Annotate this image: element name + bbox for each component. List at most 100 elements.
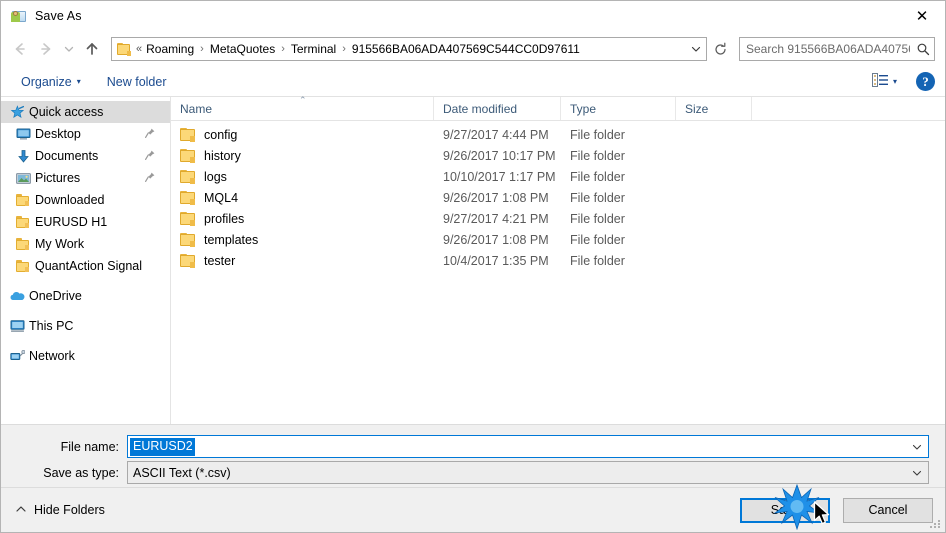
breadcrumb-separator[interactable]: › [197, 43, 207, 55]
pin-icon[interactable] [144, 171, 156, 183]
breadcrumb-separator[interactable]: › [278, 43, 288, 55]
dialog-footer: Hide Folders Save Cancel [1, 487, 945, 532]
sidebar-item-pictures[interactable]: Pictures [1, 167, 170, 189]
table-row[interactable]: config 9/27/2017 4:44 PM File folder [171, 124, 945, 145]
column-header-size[interactable]: Size [676, 97, 752, 120]
breadcrumb-item-2[interactable]: Terminal [288, 40, 339, 58]
save-as-type-select[interactable]: ASCII Text (*.csv) [127, 461, 929, 484]
sidebar-item-quick-access[interactable]: Quick access [1, 101, 170, 123]
sidebar-item-eurusd-h1[interactable]: EURUSD H1 [1, 211, 170, 233]
file-name: templates [204, 232, 259, 247]
sidebar-item-desktop[interactable]: Desktop [1, 123, 170, 145]
up-button[interactable] [79, 36, 105, 62]
save-button[interactable]: Save [740, 497, 830, 523]
file-name: MQL4 [204, 190, 239, 205]
save-label: Save [770, 503, 800, 517]
organize-button[interactable]: Organize ▾ [15, 72, 87, 92]
sidebar-item-downloaded[interactable]: Downloaded [1, 189, 170, 211]
file-name-label: File name: [60, 439, 119, 454]
chevron-down-icon[interactable] [906, 467, 928, 479]
column-header-name[interactable]: Name ⌃ [171, 95, 434, 120]
chevron-down-icon: ▾ [892, 76, 897, 86]
file-name-row: File name: EURUSD2 [1, 435, 929, 458]
sidebar-item-label: Downloaded [35, 193, 105, 207]
back-button[interactable] [7, 36, 33, 62]
help-label: ? [922, 73, 929, 89]
breadcrumb-item-3[interactable]: 915566BA06ADA407569C544CC0D97611 [349, 40, 583, 58]
save-as-folder-icon [11, 8, 27, 24]
sidebar-item-this-pc[interactable]: This PC [1, 315, 170, 337]
file-list-pane: Name ⌃ Date modified Type Size config 9/… [171, 95, 945, 424]
sidebar-item-quantaction-signal[interactable]: QuantAction Signal [1, 255, 170, 277]
folder-icon [15, 258, 31, 274]
row-type-cell: File folder [570, 148, 625, 163]
table-row[interactable]: templates 9/26/2017 1:08 PM File folder [171, 229, 945, 250]
column-header-type[interactable]: Type [561, 97, 676, 120]
row-date-cell: 9/26/2017 1:08 PM [443, 232, 549, 247]
close-icon[interactable]: ✕ [899, 1, 945, 31]
row-name-cell: logs [171, 169, 434, 184]
row-date-cell: 9/27/2017 4:21 PM [443, 211, 549, 226]
column-header-label: Date modified [443, 101, 518, 116]
address-bar[interactable]: « Roaming › MetaQuotes › Terminal › 9155… [111, 37, 707, 61]
sidebar-item-my-work[interactable]: My Work [1, 233, 170, 255]
row-date-cell: 9/26/2017 10:17 PM [443, 148, 556, 163]
sidebar-item-label: Pictures [35, 171, 81, 185]
pin-icon[interactable] [144, 127, 156, 139]
chevron-down-icon[interactable] [906, 441, 928, 453]
table-row[interactable]: profiles 9/27/2017 4:21 PM File folder [171, 208, 945, 229]
dialog-body: Quick access Desktop Documents Pictures … [1, 95, 945, 425]
sidebar-item-network[interactable]: Network [1, 345, 170, 367]
change-view-button[interactable]: ▾ [867, 70, 902, 93]
hide-folders-button[interactable]: Hide Folders [15, 503, 105, 517]
breadcrumb-item-1[interactable]: MetaQuotes [207, 40, 278, 58]
sidebar-item-documents[interactable]: Documents [1, 145, 170, 167]
table-row[interactable]: history 9/26/2017 10:17 PM File folder [171, 145, 945, 166]
forward-button[interactable] [33, 36, 59, 62]
folder-icon [15, 236, 31, 252]
search-input[interactable] [740, 41, 912, 57]
column-header-label: Name [180, 101, 213, 116]
file-name-input[interactable]: EURUSD2 [127, 435, 929, 458]
breadcrumb: « Roaming › MetaQuotes › Terminal › 9155… [136, 40, 686, 58]
toolbar: Organize ▾ New folder ▾ ? [1, 67, 945, 97]
sidebar-item-label: Network [29, 349, 75, 363]
file-rows: config 9/27/2017 4:44 PM File folder his… [171, 121, 945, 424]
window-title: Save As [35, 9, 82, 23]
new-folder-button[interactable]: New folder [101, 72, 173, 92]
column-headers: Name ⌃ Date modified Type Size [171, 95, 945, 121]
table-row[interactable]: logs 10/10/2017 1:17 PM File folder [171, 166, 945, 187]
refresh-icon[interactable] [708, 37, 732, 61]
column-header-date-modified[interactable]: Date modified [434, 97, 561, 120]
breadcrumb-overflow-icon[interactable]: « [136, 43, 143, 55]
sidebar-item-label: Quick access [29, 105, 104, 119]
table-row[interactable]: tester 10/4/2017 1:35 PM File folder [171, 250, 945, 271]
pin-icon[interactable] [144, 149, 156, 161]
new-folder-label: New folder [106, 74, 167, 89]
row-type-cell: File folder [570, 211, 625, 226]
search-box[interactable] [739, 37, 935, 61]
sidebar-item-label: Documents [35, 149, 99, 163]
folder-icon [180, 127, 196, 142]
file-name: tester [204, 253, 236, 268]
navigation-pane: Quick access Desktop Documents Pictures … [1, 97, 171, 424]
cancel-button[interactable]: Cancel [843, 497, 933, 523]
address-dropdown-icon[interactable] [686, 38, 706, 60]
table-row[interactable]: MQL4 9/26/2017 1:08 PM File folder [171, 187, 945, 208]
chevron-up-icon [15, 503, 27, 517]
sidebar-item-onedrive[interactable]: OneDrive [1, 285, 170, 307]
row-type-cell: File folder [570, 169, 625, 184]
recent-locations-button[interactable] [59, 36, 79, 62]
help-icon[interactable]: ? [916, 72, 935, 91]
organize-label: Organize [21, 74, 72, 89]
cancel-label: Cancel [868, 503, 908, 517]
cloud-icon [9, 288, 25, 304]
breadcrumb-item-0[interactable]: Roaming [143, 40, 197, 58]
resize-grip-icon[interactable] [930, 518, 942, 530]
breadcrumb-separator[interactable]: › [339, 43, 349, 55]
search-icon[interactable] [912, 42, 934, 56]
row-name-cell: config [171, 127, 434, 142]
